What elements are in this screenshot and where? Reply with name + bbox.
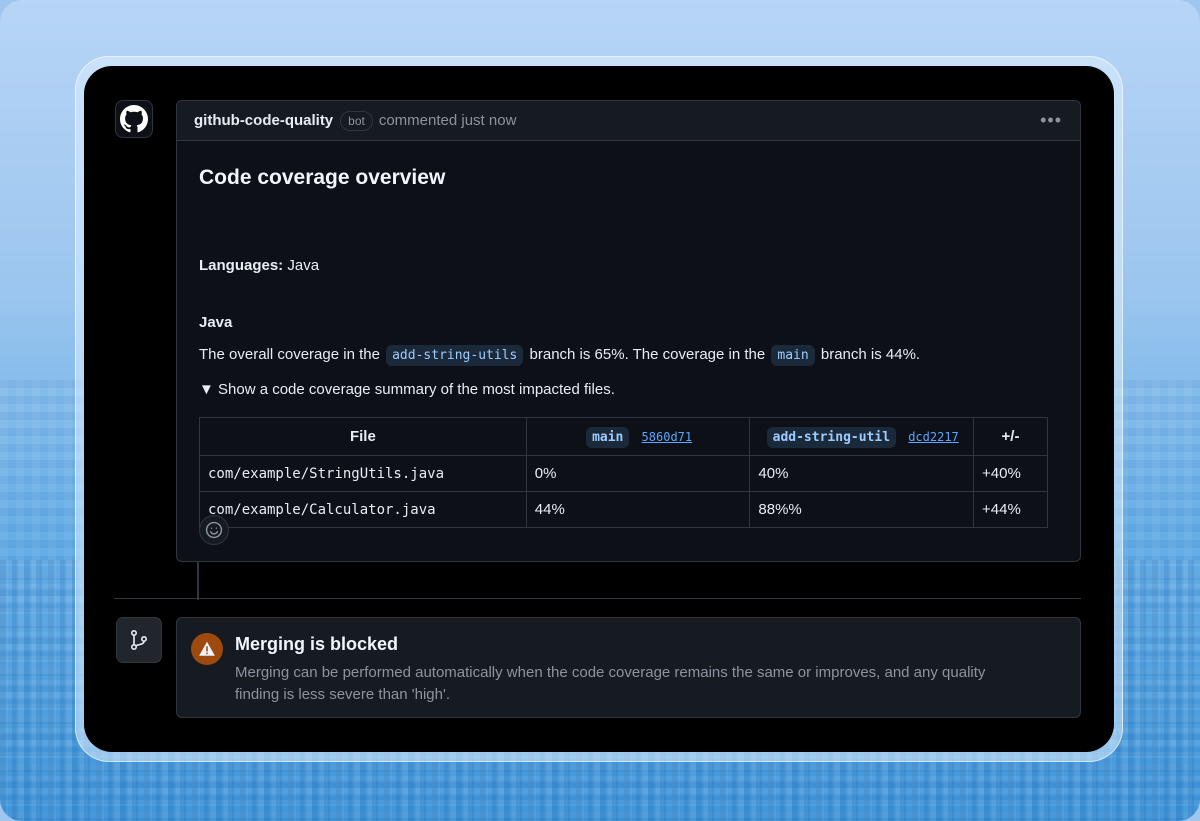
github-logo-icon[interactable] — [115, 100, 153, 138]
cell-head: 40% — [749, 455, 975, 492]
languages-label: Languages: — [199, 257, 284, 274]
column-header-main: main 5860d71 — [525, 417, 751, 456]
comment-meta: commented just now — [378, 112, 517, 129]
timeline-connector — [197, 562, 199, 600]
column-header-head: add-string-util dcd2217 — [749, 417, 975, 456]
cell-main: 44% — [525, 491, 751, 528]
pull-request-timeline: github-code-quality bot commented just n… — [84, 66, 1114, 752]
cell-file: com/example/Calculator.java — [199, 491, 527, 528]
column-header-file: File — [199, 417, 527, 456]
merge-status-box: Merging is blocked Merging can be perfor… — [176, 617, 1081, 718]
branch-pill-head-col: add-string-util — [766, 427, 897, 448]
languages-value: Java — [287, 257, 320, 274]
language-section-heading: Java — [199, 314, 233, 331]
merge-status-description: Merging can be performed automatically w… — [235, 664, 986, 703]
coverage-text-part: branch is 44%. — [820, 346, 921, 363]
cell-head: 88%% — [749, 491, 975, 528]
cell-main: 0% — [525, 455, 751, 492]
merge-status-title: Merging is blocked — [235, 634, 399, 654]
comment-header: github-code-quality bot commented just n… — [177, 101, 1080, 141]
table-header-row: File main 5860d71 add-string-util dcd221… — [199, 417, 1048, 456]
comment-card: github-code-quality bot commented just n… — [176, 100, 1081, 562]
comment-author[interactable]: github-code-quality — [194, 112, 333, 129]
cell-diff: +44% — [973, 491, 1048, 528]
branch-pill-head: add-string-utils — [386, 345, 524, 366]
commit-link-head[interactable]: dcd2217 — [908, 430, 959, 444]
more-options-icon[interactable]: ••• — [1040, 110, 1062, 131]
branch-pill-main: main — [586, 427, 630, 448]
warning-icon — [191, 633, 223, 665]
timeline-divider — [114, 598, 1081, 599]
coverage-text-part: The overall coverage in the — [199, 346, 380, 363]
smiley-icon — [205, 521, 223, 539]
details-summary-toggle[interactable]: ▼ Show a code coverage summary of the mo… — [199, 381, 615, 398]
cell-diff: +40% — [973, 455, 1048, 492]
git-branch-icon — [116, 617, 162, 663]
column-header-diff: +/- — [973, 417, 1048, 456]
add-reaction-button[interactable] — [199, 515, 229, 545]
cell-file: com/example/StringUtils.java — [199, 455, 527, 492]
languages-line: Languages: Java — [199, 257, 319, 274]
commit-link-main[interactable]: 5860d71 — [642, 430, 693, 444]
branch-pill-base: main — [771, 345, 815, 366]
comment-title: Code coverage overview — [199, 166, 446, 189]
table-row: com/example/StringUtils.java 0% 40% +40% — [199, 455, 1048, 492]
bot-badge: bot — [340, 110, 373, 131]
coverage-table: File main 5860d71 add-string-util dcd221… — [199, 417, 1048, 528]
table-row: com/example/Calculator.java 44% 88%% +44… — [199, 491, 1048, 528]
coverage-text-part: branch is 65%. The coverage in the — [529, 346, 766, 363]
coverage-summary-text: The overall coverage in the add-string-u… — [199, 345, 921, 366]
